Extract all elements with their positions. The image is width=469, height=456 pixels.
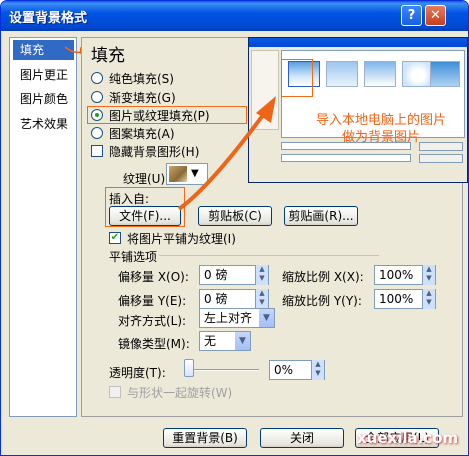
annotation-arrow-icon xyxy=(177,96,276,211)
gradient-fill-radio[interactable] xyxy=(91,91,103,103)
offset-x-spinner[interactable]: ▲ ▼ xyxy=(255,265,268,285)
offset-y-spinner[interactable]: ▲ ▼ xyxy=(255,289,268,309)
scale-y-label: 缩放比例 Y(Y): xyxy=(282,294,362,308)
scale-x-field[interactable]: 100% ▲ ▼ xyxy=(374,265,436,285)
preview-filetype-field xyxy=(281,154,411,162)
offset-y-label: 偏移量 Y(E): xyxy=(118,294,187,308)
texture-label: 纹理(U): xyxy=(123,172,170,186)
sidebar-item-picture-corrections[interactable]: 图片更正 xyxy=(13,65,74,85)
offset-x-label: 偏移量 X(O): xyxy=(118,270,189,284)
annotation-text: 导入本地电脑上的图片 做为背景图片 xyxy=(298,112,464,146)
scale-x-spinner[interactable]: ▲ ▼ xyxy=(422,265,435,285)
scale-x-label: 缩放比例 X(X): xyxy=(282,270,364,284)
scale-y-spinner[interactable]: ▲ ▼ xyxy=(422,289,435,309)
tile-options-label: 平铺选项 xyxy=(109,250,158,264)
mirror-type-label: 镜像类型(M): xyxy=(118,337,190,351)
mirror-type-value: 无 xyxy=(204,334,217,348)
transparency-spinner[interactable]: ▲ ▼ xyxy=(311,360,324,380)
tile-options-divider xyxy=(159,255,379,256)
transparency-slider-track[interactable] xyxy=(187,369,259,371)
offset-y-value: 0 磅 xyxy=(204,292,228,306)
gradient-fill-label: 渐变填充(G) xyxy=(109,91,176,105)
transparency-field[interactable]: 0% ▲ ▼ xyxy=(269,360,325,380)
tile-picture-label: 将图片平铺为纹理(I) xyxy=(127,232,236,246)
insert-from-label: 插入自: xyxy=(109,192,150,206)
pattern-fill-label: 图案填充(A) xyxy=(109,127,175,141)
offset-x-value: 0 磅 xyxy=(204,268,228,282)
preview-cancel-button xyxy=(419,154,463,163)
pattern-fill-radio[interactable] xyxy=(91,127,103,139)
chevron-down-icon: ▼ xyxy=(258,309,274,327)
section-title: 填充 xyxy=(91,46,125,66)
tile-picture-checkbox[interactable]: ✔ xyxy=(109,232,121,244)
rotate-with-shape-checkbox[interactable] xyxy=(109,386,121,398)
transparency-label: 透明度(T): xyxy=(109,366,166,380)
clipart-button[interactable]: 剪贴画(R)... xyxy=(284,206,358,226)
alignment-value: 左上对齐 xyxy=(204,311,253,325)
thumbnail-sky-2 xyxy=(326,61,358,87)
watermark-logo: xuexila.com xyxy=(357,429,459,447)
category-sidebar: 填充 图片更正 图片颜色 艺术效果 xyxy=(9,37,77,417)
offset-y-field[interactable]: 0 磅 ▲ ▼ xyxy=(199,289,269,309)
scale-x-value: 100% xyxy=(379,268,414,282)
solid-fill-radio[interactable] xyxy=(91,72,103,84)
alignment-label: 对齐方式(L): xyxy=(118,314,187,328)
sidebar-item-picture-color[interactable]: 图片颜色 xyxy=(13,89,74,109)
scale-y-value: 100% xyxy=(379,292,414,306)
help-button[interactable]: ? xyxy=(401,5,422,26)
solid-fill-label: 纯色填充(S) xyxy=(109,72,174,86)
format-background-dialog: 设置背景格式 ? ✕ 填充 图片更正 图片颜色 艺术效果 填充 纯色填充(S) … xyxy=(0,0,469,456)
hide-background-checkbox[interactable] xyxy=(91,145,103,157)
thumbnail-sky-3 xyxy=(364,61,396,87)
close-button[interactable]: ✕ xyxy=(425,5,446,26)
offset-x-field[interactable]: 0 磅 ▲ ▼ xyxy=(199,265,269,285)
close-dialog-button[interactable]: 关闭 xyxy=(260,428,344,448)
preview-title-bar xyxy=(249,38,467,47)
scale-y-field[interactable]: 100% ▲ ▼ xyxy=(374,289,436,309)
rotate-with-shape-label: 与形状一起旋转(W) xyxy=(127,386,233,400)
chevron-down-icon: ▼ xyxy=(234,332,250,350)
thumbnail-sky-5 xyxy=(430,61,460,87)
transparency-slider-thumb[interactable] xyxy=(184,359,194,377)
reset-background-button[interactable]: 重置背景(B) xyxy=(163,428,247,448)
annotation-line-1: 导入本地电脑上的图片 xyxy=(315,113,446,128)
sidebar-item-artistic-effects[interactable]: 艺术效果 xyxy=(13,114,74,134)
picture-texture-fill-radio[interactable] xyxy=(91,109,103,121)
mirror-type-dropdown[interactable]: 无 ▼ xyxy=(199,331,251,351)
alignment-dropdown[interactable]: 左上对齐 ▼ xyxy=(199,308,275,328)
annotation-line-2: 做为背景图片 xyxy=(341,130,420,145)
transparency-value: 0% xyxy=(274,363,294,377)
dialog-title: 设置背景格式 xyxy=(9,11,88,26)
